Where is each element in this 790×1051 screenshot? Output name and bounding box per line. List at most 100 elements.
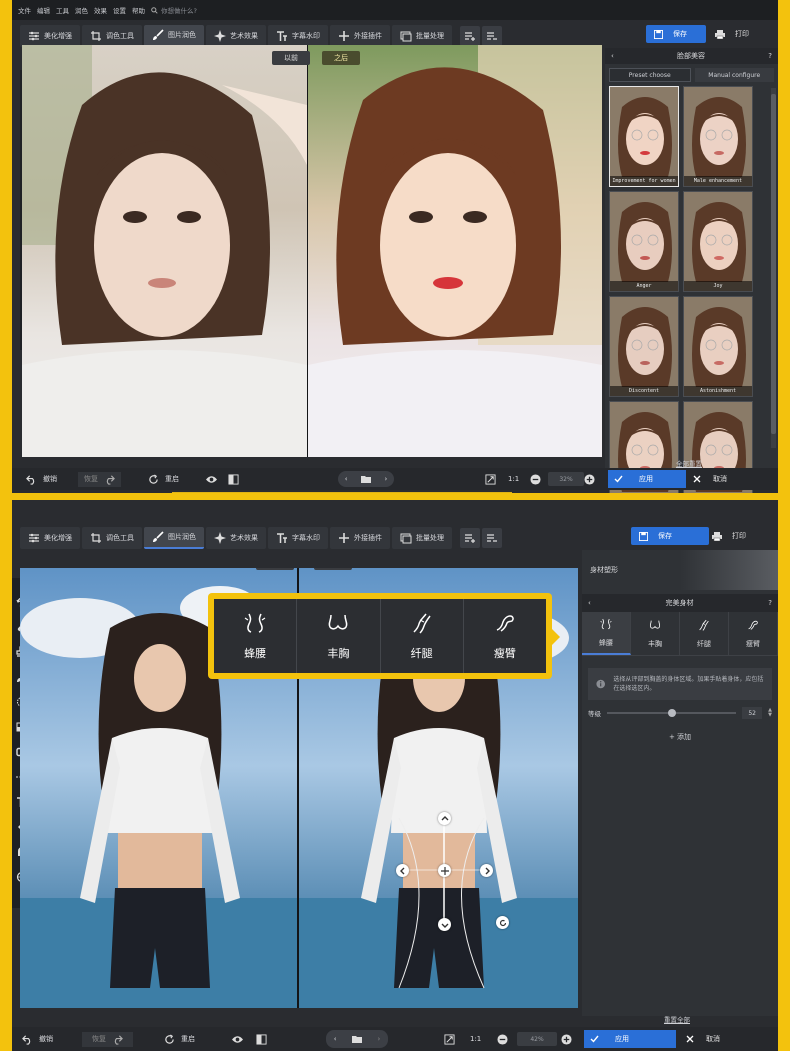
callout-item-3[interactable]: 纤腿 (381, 599, 464, 673)
save-button[interactable]: 保存 (646, 25, 706, 43)
redo-button[interactable]: 恢复 (82, 1031, 133, 1047)
add-layer-button[interactable] (460, 528, 480, 548)
zoom-value[interactable]: 32% (548, 472, 584, 486)
preview-toggle[interactable] (232, 1034, 243, 1045)
prev-icon[interactable]: ‹ (334, 1035, 337, 1043)
image-canvas[interactable]: 以前 之后 (22, 45, 602, 457)
slider-knob[interactable] (667, 709, 676, 717)
reset-all-link[interactable]: 重置全部 (664, 1014, 690, 1024)
undo-button[interactable]: 撤销 (22, 1034, 53, 1045)
tab-plugins[interactable]: 外接插件 (330, 25, 390, 47)
zoom-out-button[interactable] (530, 473, 541, 485)
reset-button[interactable]: 重启 (148, 473, 179, 485)
callout-item-1[interactable]: 蜂腰 (214, 599, 298, 673)
next-icon[interactable]: › (377, 1035, 380, 1043)
prev-icon[interactable]: ‹ (345, 475, 348, 483)
preset-thumb[interactable]: Astonishment (683, 296, 753, 397)
handle-right[interactable] (480, 864, 493, 877)
preset-thumb[interactable]: Joy (683, 191, 753, 292)
help-icon[interactable]: ? (768, 599, 772, 607)
plus-circle-icon (561, 1033, 572, 1045)
tab-art-effects[interactable]: 艺术效果 (206, 25, 266, 47)
tab-text-watermark[interactable]: 字幕水印 (268, 25, 328, 47)
back-icon[interactable]: ‹ (611, 52, 614, 60)
add-button[interactable]: + 添加 (582, 732, 778, 742)
reset-button[interactable]: 重启 (164, 1033, 195, 1045)
help-icon[interactable]: ? (768, 52, 772, 60)
level-slider[interactable] (607, 709, 737, 717)
zoom-in-button[interactable] (584, 473, 595, 485)
tab-preset-choose[interactable]: Preset choose (609, 68, 691, 82)
tab-batch[interactable]: 批量处理 (392, 527, 452, 549)
menu-tools[interactable]: 工具 (56, 5, 69, 15)
tab-retouch[interactable]: 图片润色 (144, 527, 204, 549)
print-button[interactable]: 打印 (715, 25, 749, 43)
tab-manual-configure[interactable]: Manual configure (694, 68, 774, 82)
tab-color-tools[interactable]: 调色工具 (82, 25, 142, 47)
fit-screen-button[interactable] (444, 1033, 455, 1045)
tab-beautify[interactable]: 美化增强 (20, 527, 80, 549)
fit-screen-button[interactable] (485, 473, 496, 485)
callout-item-2[interactable]: 丰胸 (297, 599, 381, 673)
add-layer-button[interactable] (460, 26, 480, 46)
callout-item-4[interactable]: 瘦臂 (464, 599, 546, 673)
menu-search[interactable]: 你想做什么? (151, 5, 197, 15)
apply-button[interactable]: 应用 (584, 1030, 676, 1048)
panel-title: 脸部美容 (677, 52, 706, 60)
spinner-icon[interactable]: ▲ ▼ (768, 708, 772, 718)
remove-layer-button[interactable] (482, 528, 502, 548)
handle-center[interactable] (438, 864, 451, 877)
cancel-button[interactable]: 取消 (693, 470, 727, 488)
save-button[interactable]: 保存 (631, 527, 709, 545)
reset-all-link[interactable]: 全部重置 (676, 458, 702, 468)
back-icon[interactable]: ‹ (588, 599, 591, 607)
menu-edit[interactable]: 编辑 (37, 5, 50, 15)
next-icon[interactable]: › (384, 475, 387, 483)
tab-color-tools[interactable]: 调色工具 (82, 527, 142, 549)
print-button[interactable]: 打印 (712, 527, 746, 545)
body-tab-4[interactable]: 瘦臂 (729, 612, 778, 655)
actual-size-button[interactable]: 1:1 (508, 475, 519, 483)
handle-left[interactable] (396, 864, 409, 877)
preset-thumb[interactable]: Discontent (609, 296, 679, 397)
tab-plugins[interactable]: 外接插件 (330, 527, 390, 549)
remove-layer-button[interactable] (482, 26, 502, 46)
zoom-in-button[interactable] (561, 1033, 572, 1045)
folder-icon[interactable] (360, 475, 371, 483)
folder-icon[interactable] (351, 1035, 362, 1043)
undo-button[interactable]: 撤销 (26, 474, 57, 485)
handle-top[interactable] (438, 812, 451, 825)
tab-art-effects[interactable]: 艺术效果 (206, 527, 266, 549)
body-tab-3[interactable]: 纤腿 (680, 612, 729, 655)
handle-rotate[interactable] (496, 916, 509, 929)
preset-thumb[interactable]: Improvement for women (609, 86, 679, 187)
tab-text-watermark[interactable]: 字幕水印 (268, 527, 328, 549)
menu-settings[interactable]: 设置 (113, 5, 126, 15)
compare-toggle[interactable] (228, 473, 239, 485)
zoom-out-button[interactable] (497, 1033, 508, 1045)
brush-icon (153, 531, 164, 542)
menu-help[interactable]: 帮助 (132, 5, 145, 15)
apply-button[interactable]: 应用 (608, 470, 686, 488)
tab-batch[interactable]: 批量处理 (392, 25, 452, 47)
preset-thumb[interactable]: Male enhancement (683, 86, 753, 187)
body-tab-2[interactable]: 丰胸 (631, 612, 680, 655)
zoom-value[interactable]: 42% (517, 1032, 557, 1046)
handle-bottom[interactable] (438, 918, 451, 931)
tab-retouch[interactable]: 图片润色 (144, 25, 204, 47)
level-value[interactable]: 52 (742, 707, 763, 719)
menu-retouch[interactable]: 润色 (75, 5, 88, 15)
preview-toggle[interactable] (206, 474, 217, 485)
actual-size-button[interactable]: 1:1 (470, 1035, 481, 1043)
sparkle-icon (214, 532, 226, 544)
scrollbar-thumb[interactable] (771, 94, 776, 434)
cancel-button[interactable]: 取消 (686, 1030, 720, 1048)
menu-effects[interactable]: 效果 (94, 5, 107, 15)
redo-button[interactable]: 恢复 (78, 471, 121, 487)
tab-beautify[interactable]: 美化增强 (20, 25, 80, 47)
body-tab-1[interactable]: 蜂腰 (582, 612, 631, 655)
compare-toggle[interactable] (256, 1033, 267, 1045)
scrollbar[interactable] (771, 88, 776, 448)
menu-file[interactable]: 文件 (18, 5, 31, 15)
preset-thumb[interactable]: Anger (609, 191, 679, 292)
